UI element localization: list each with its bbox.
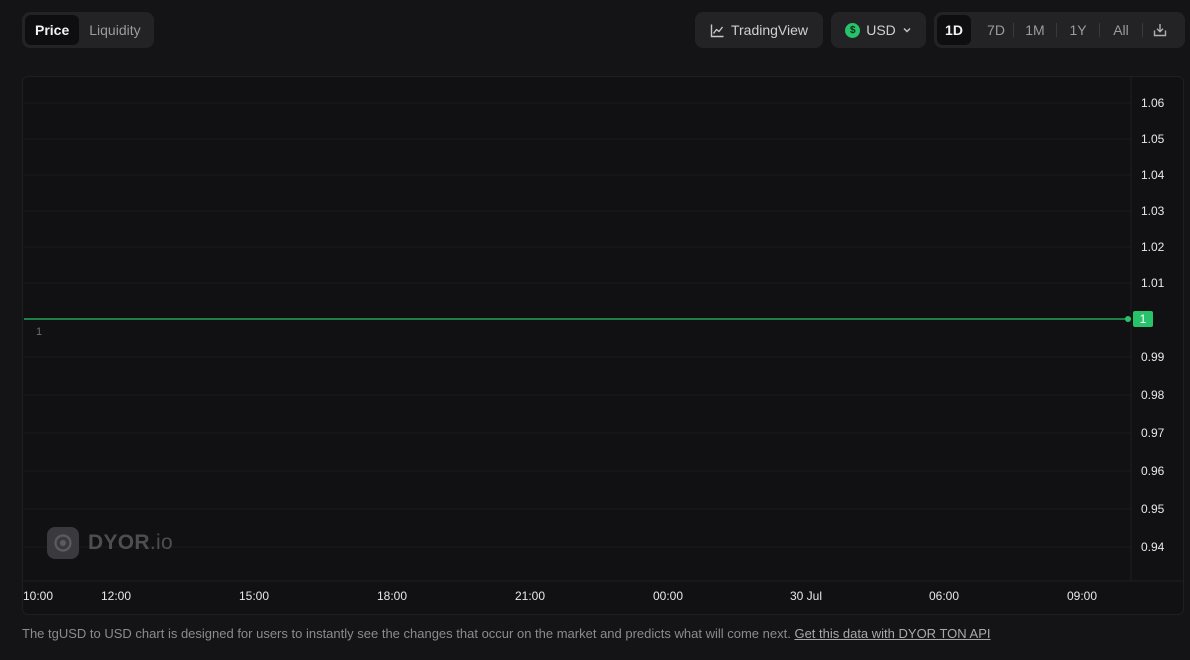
watermark-text: DYOR.io: [88, 531, 173, 555]
dyor-watermark: DYOR.io: [47, 527, 173, 559]
price-chart[interactable]: 1.06 1.05 1.04 1.03 1.02 1.01 0.99 0.98 0.97 0.96…: [0, 0, 1190, 620]
x-tick-label: 21:00: [515, 589, 545, 603]
dyor-logo-icon: [47, 527, 79, 559]
last-point-marker: [1125, 316, 1131, 322]
chart-description: The tgUSD to USD chart is designed for u…: [22, 626, 991, 641]
y-tick-label: 1.06: [1141, 96, 1165, 110]
y-tick-label: 1.01: [1141, 276, 1165, 290]
x-tick-label: 10:00: [23, 589, 53, 603]
x-tick-label: 12:00: [101, 589, 131, 603]
watermark-brand: DYOR: [88, 531, 150, 554]
y-tick-label: 0.97: [1141, 426, 1165, 440]
y-tick-label: 0.98: [1141, 388, 1165, 402]
x-tick-label: 00:00: [653, 589, 683, 603]
x-tick-label: 30 Jul: [790, 589, 822, 603]
y-tick-label: 0.99: [1141, 350, 1165, 364]
y-tick-label: 1.02: [1141, 240, 1165, 254]
y-tick-label: 1.03: [1141, 204, 1165, 218]
series-label: 1: [36, 326, 42, 338]
x-tick-label: 06:00: [929, 589, 959, 603]
api-link[interactable]: Get this data with DYOR TON API: [794, 626, 990, 641]
x-tick-label: 09:00: [1067, 589, 1097, 603]
y-tick-label: 1.05: [1141, 132, 1165, 146]
watermark-suffix: .io: [149, 531, 173, 554]
y-tick-label: 0.95: [1141, 502, 1165, 516]
price-chart-page: Price Liquidity TradingView $ USD 1D 7D …: [0, 0, 1190, 660]
description-text: The tgUSD to USD chart is designed for u…: [22, 626, 791, 641]
last-value-label: 1: [1140, 312, 1147, 326]
x-tick-label: 15:00: [239, 589, 269, 603]
y-tick-label: 0.94: [1141, 540, 1165, 554]
x-tick-label: 18:00: [377, 589, 407, 603]
y-tick-label: 0.96: [1141, 464, 1165, 478]
y-tick-label: 1.04: [1141, 168, 1165, 182]
